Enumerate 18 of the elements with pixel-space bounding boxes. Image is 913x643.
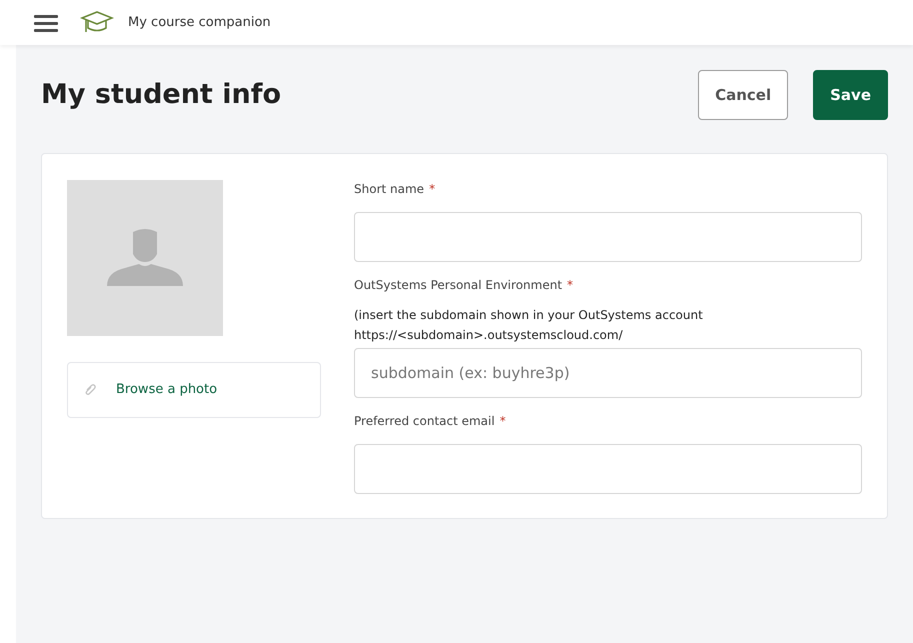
field-hint: (insert the subdomain shown in your OutSystems account https://<subdomain>.outsystemscloud.com/ [354, 307, 704, 344]
input-field[interactable] [354, 212, 862, 262]
person-icon [105, 228, 185, 288]
input-field[interactable] [354, 444, 862, 494]
required-mark: * [500, 413, 506, 430]
page-title: My student info [41, 78, 282, 112]
field-label: OutSystems Personal Environment [354, 277, 562, 294]
save-button[interactable]: Save [813, 70, 888, 120]
input-field[interactable]: subdomain (ex: buyhre3p) [354, 348, 862, 398]
browse-photo-button[interactable]: Browse a photo [67, 362, 321, 418]
menu-icon[interactable] [34, 14, 58, 32]
required-mark: * [567, 277, 574, 294]
cancel-button[interactable]: Cancel [698, 70, 788, 120]
paperclip-icon [84, 384, 96, 396]
app-title: My course companion [128, 14, 271, 32]
field-label: Preferred contact email [354, 413, 495, 430]
field-label: Short name [354, 181, 424, 198]
required-mark: * [429, 181, 436, 198]
